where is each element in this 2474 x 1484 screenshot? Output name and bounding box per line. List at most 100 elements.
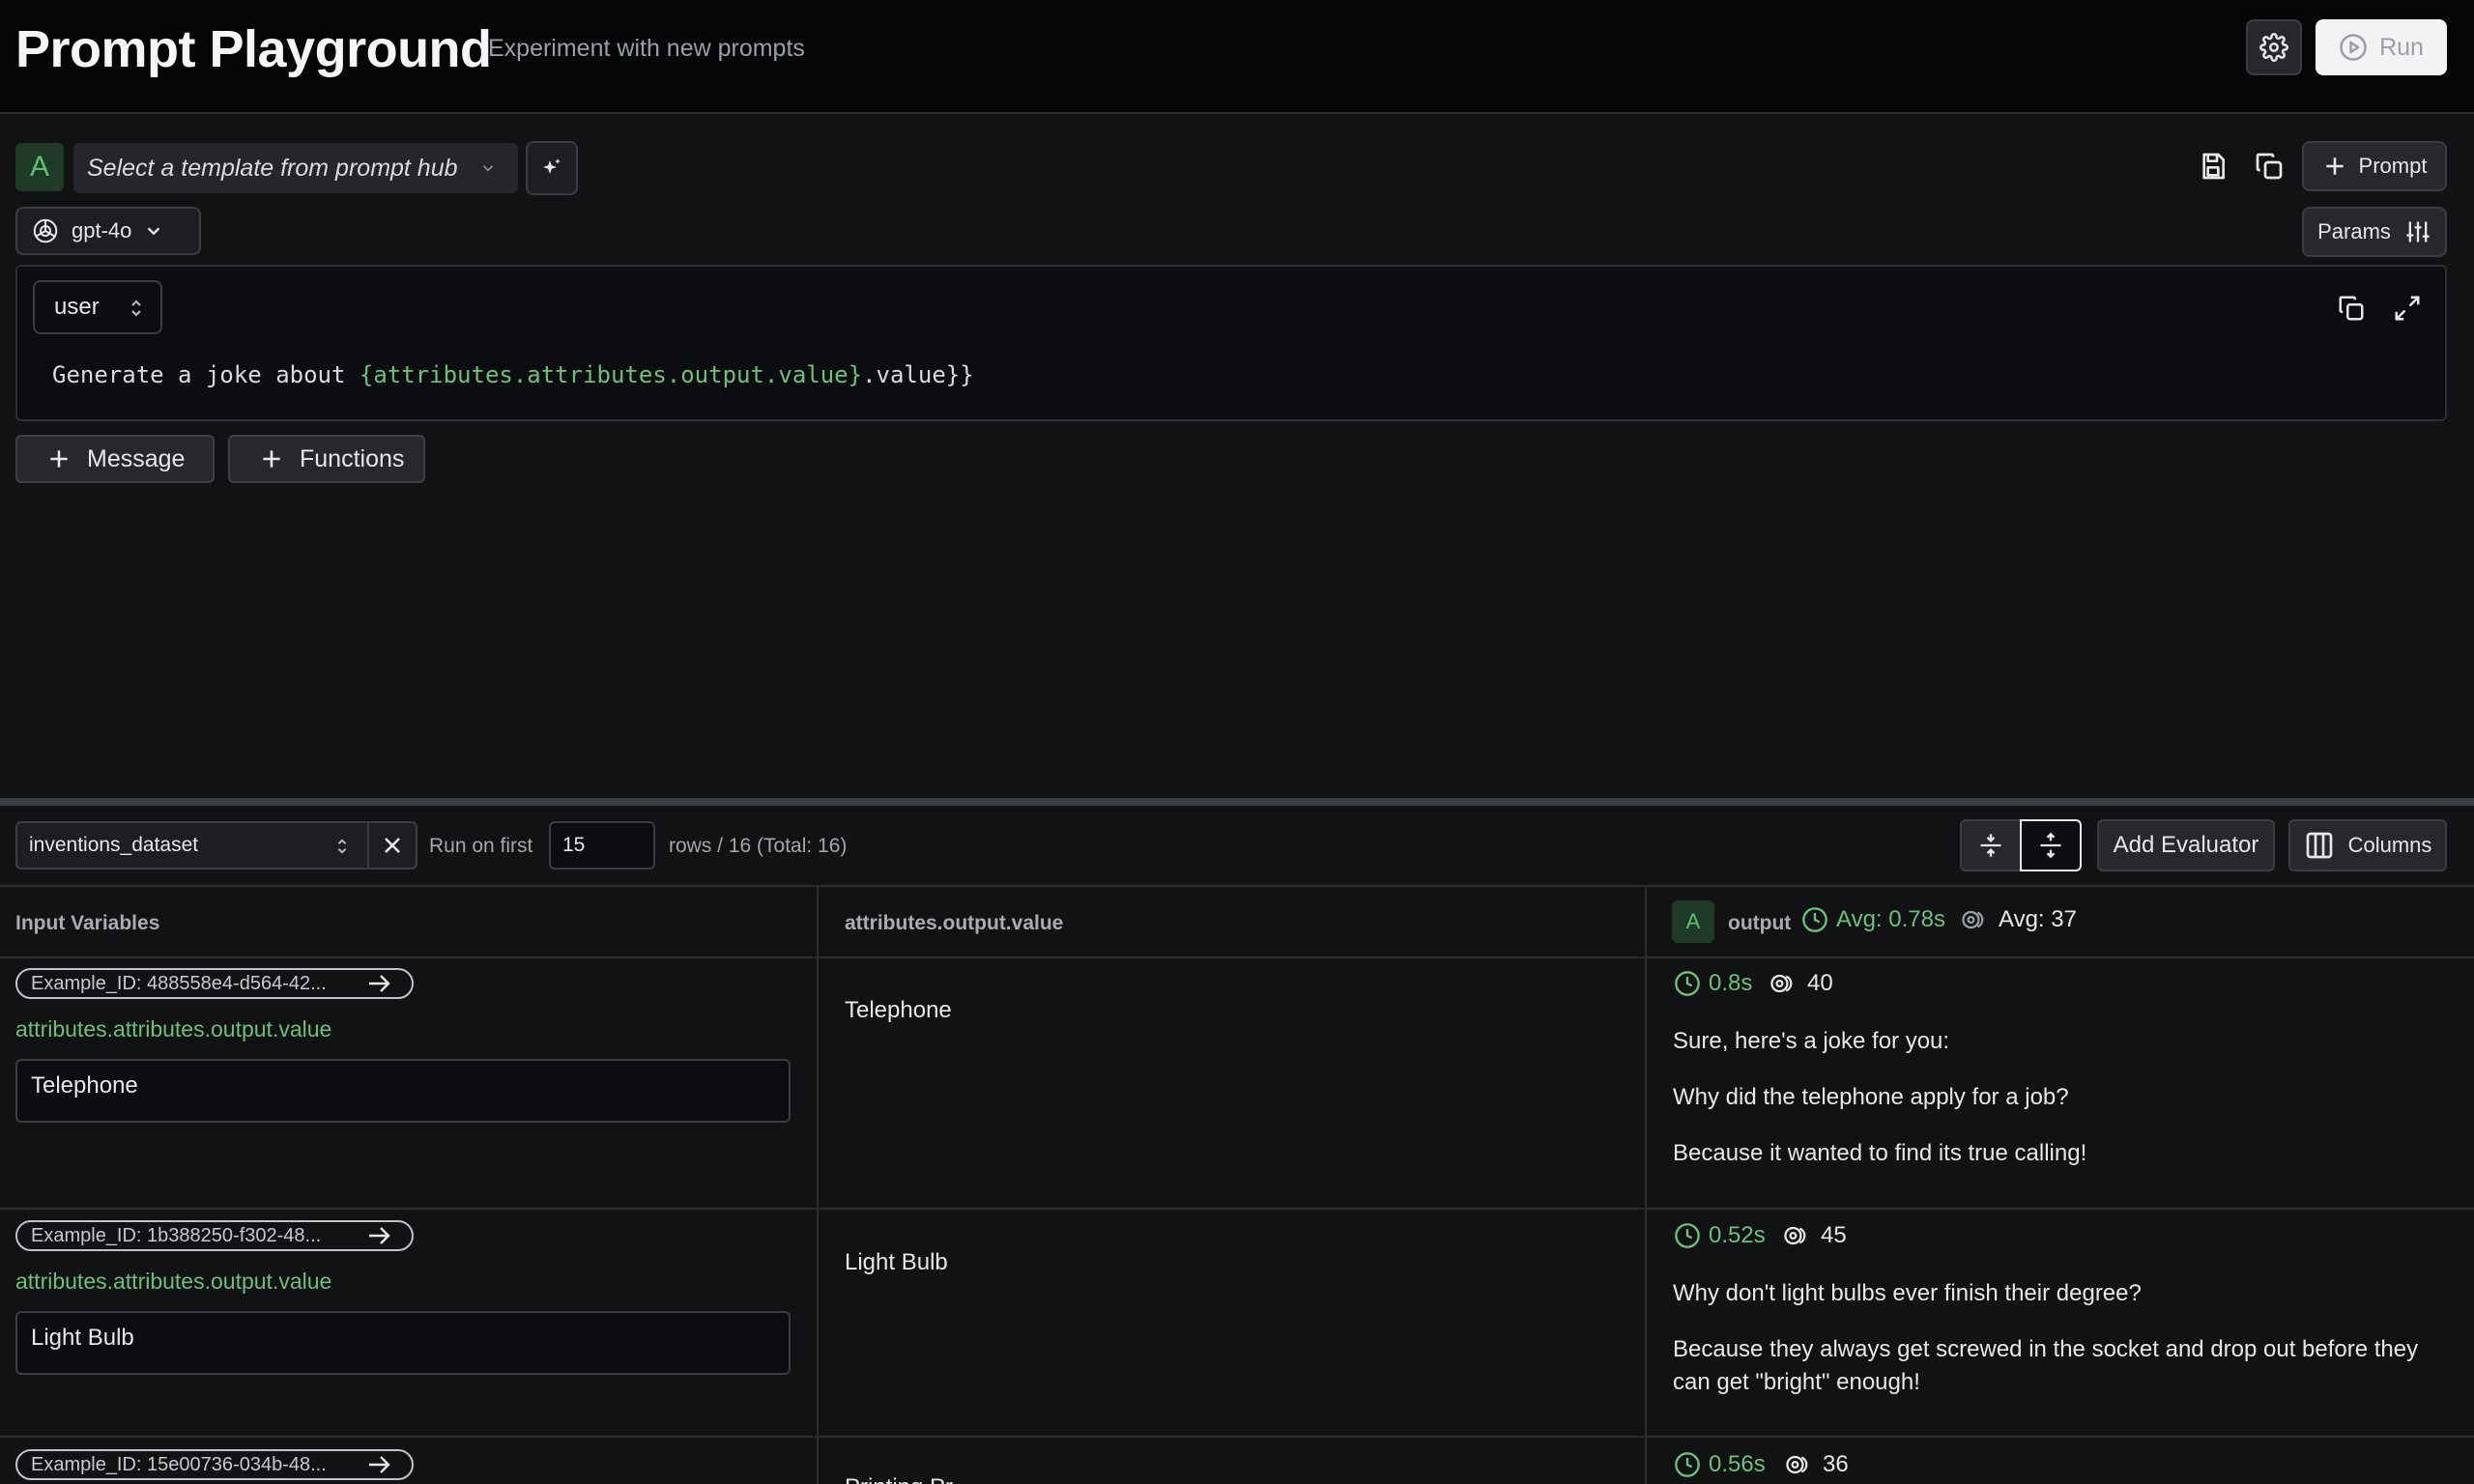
run-on-first-input[interactable] — [549, 821, 655, 870]
add-message-button[interactable]: Message — [15, 435, 215, 483]
row-tokens: 36 — [1784, 1451, 1849, 1478]
variable-name: attributes.attributes.output.value — [15, 1016, 332, 1042]
message-text-suffix: .value}} — [862, 361, 974, 388]
column-header-reference: attributes.output.value — [845, 912, 1064, 934]
template-brace-open: { — [359, 361, 374, 388]
copy-icon — [2339, 296, 2364, 321]
page-subtitle: Experiment with new prompts — [488, 35, 805, 62]
add-functions-button[interactable]: Functions — [228, 435, 425, 483]
example-id-link[interactable]: Example_ID: 15e00736-034b-48... — [15, 1449, 414, 1480]
play-circle-icon — [2340, 34, 2367, 61]
save-prompt-button[interactable] — [2198, 151, 2229, 182]
column-header-input-variables: Input Variables — [15, 912, 160, 934]
output-avatar: A — [1672, 900, 1714, 943]
model-select[interactable]: gpt-4o — [15, 207, 201, 255]
clock-icon — [1675, 1223, 1700, 1248]
output-line: Because they always get screwed in the s… — [1673, 1336, 2419, 1395]
tokens-value: 45 — [1821, 1222, 1847, 1248]
message-text: Generate a joke about — [52, 361, 360, 388]
app-header: Prompt Playground Experiment with new pr… — [0, 0, 2474, 114]
run-on-first-label: Run on first — [429, 835, 533, 857]
fold-vertical-icon — [1980, 834, 2001, 857]
dataset-select[interactable]: inventions_dataset — [15, 821, 369, 870]
row-divider — [0, 1436, 2474, 1438]
latency-value: 0.8s — [1709, 970, 1753, 996]
collapse-rows-button[interactable] — [1960, 819, 2022, 871]
ai-assist-button[interactable] — [526, 141, 578, 195]
clock-icon — [1802, 907, 1827, 932]
reference-value: Printing Pr — [845, 1474, 953, 1484]
example-id-link[interactable]: Example_ID: 488558e4-d564-42... — [15, 968, 414, 999]
template-variable: attributes.attributes.output.value — [373, 361, 849, 388]
column-header-output: output — [1728, 912, 1792, 934]
row-latency: 0.52s — [1674, 1222, 1766, 1249]
run-button-label: Run — [2379, 33, 2424, 61]
params-label: Params — [2317, 219, 2391, 243]
add-prompt-button[interactable]: Prompt — [2302, 141, 2447, 191]
dataset-name: inventions_dataset — [29, 834, 199, 856]
plus-icon — [2325, 157, 2344, 175]
expand-icon — [2395, 296, 2420, 321]
add-evaluator-button[interactable]: Add Evaluator — [2097, 819, 2275, 871]
tokens-icon — [1784, 1226, 1806, 1245]
avg-tokens: Avg: 37 — [1960, 906, 2077, 933]
example-id: Example_ID: 1b388250-f302-48... — [31, 1224, 322, 1246]
variable-value-input[interactable]: Telephone — [15, 1059, 791, 1123]
model-name: gpt-4o — [72, 218, 132, 243]
avg-latency-value: Avg: 0.78s — [1836, 906, 1945, 932]
latency-value: 0.52s — [1709, 1222, 1766, 1248]
variable-value-input[interactable]: Light Bulb — [15, 1311, 791, 1375]
clock-icon — [1675, 971, 1700, 996]
columns-button[interactable]: Columns — [2288, 819, 2447, 871]
arrow-right-icon — [369, 1227, 390, 1244]
example-id: Example_ID: 488558e4-d564-42... — [31, 972, 327, 994]
avg-latency: Avg: 0.78s — [1801, 906, 1945, 933]
plus-icon — [50, 450, 68, 468]
params-button[interactable]: Params — [2302, 207, 2447, 257]
arrow-right-icon — [369, 975, 390, 992]
gear-icon — [2259, 33, 2288, 62]
chevron-updown-icon — [131, 300, 141, 317]
avg-tokens-value: Avg: 37 — [1999, 906, 2077, 932]
expand-rows-button[interactable] — [2020, 819, 2082, 871]
add-functions-label: Functions — [300, 444, 405, 472]
role-select[interactable]: user — [33, 280, 162, 334]
openai-logo-icon — [33, 218, 58, 243]
row-latency: 0.56s — [1674, 1451, 1766, 1478]
columns-label: Columns — [2347, 833, 2432, 857]
chevron-updown-icon — [337, 839, 347, 854]
row-tokens: 40 — [1769, 970, 1833, 997]
output-line: Because it wanted to find its true calli… — [1673, 1140, 2087, 1166]
example-id-link[interactable]: Example_ID: 1b388250-f302-48... — [15, 1220, 414, 1251]
duplicate-prompt-button[interactable] — [2254, 151, 2285, 182]
message-editor[interactable]: Generate a joke about {attributes.attrib… — [52, 361, 974, 388]
run-button[interactable]: Run — [2316, 19, 2447, 75]
close-icon — [385, 838, 400, 853]
add-prompt-label: Prompt — [2358, 154, 2428, 178]
row-tokens: 45 — [1782, 1222, 1847, 1249]
example-id: Example_ID: 15e00736-034b-48... — [31, 1453, 327, 1475]
message-card: user Generate a joke about {attributes.a… — [15, 265, 2447, 421]
row-latency: 0.8s — [1674, 970, 1752, 997]
copy-icon — [2256, 153, 2283, 180]
sparkles-icon — [543, 158, 561, 174]
reference-value: Telephone — [845, 997, 952, 1023]
unfold-vertical-icon — [2040, 832, 2061, 859]
column-divider — [1645, 885, 1647, 1484]
page-title: Prompt Playground — [15, 20, 492, 78]
chevron-down-icon — [148, 227, 160, 236]
chevron-down-icon — [482, 165, 494, 172]
row-divider — [0, 1208, 2474, 1210]
plus-icon — [263, 450, 280, 468]
sliders-icon — [2406, 221, 2430, 243]
settings-button[interactable] — [2246, 19, 2302, 75]
save-icon — [2202, 153, 2225, 180]
table-header: Input Variables attributes.output.value … — [0, 885, 2474, 958]
expand-message-button[interactable] — [2393, 294, 2422, 323]
template-select[interactable]: Select a template from prompt hub — [73, 143, 518, 193]
latency-value: 0.56s — [1709, 1451, 1766, 1477]
clear-dataset-button[interactable] — [367, 821, 417, 870]
template-brace-close: } — [848, 361, 863, 388]
panel-resize-handle[interactable] — [0, 798, 2474, 806]
copy-message-button[interactable] — [2337, 294, 2366, 323]
